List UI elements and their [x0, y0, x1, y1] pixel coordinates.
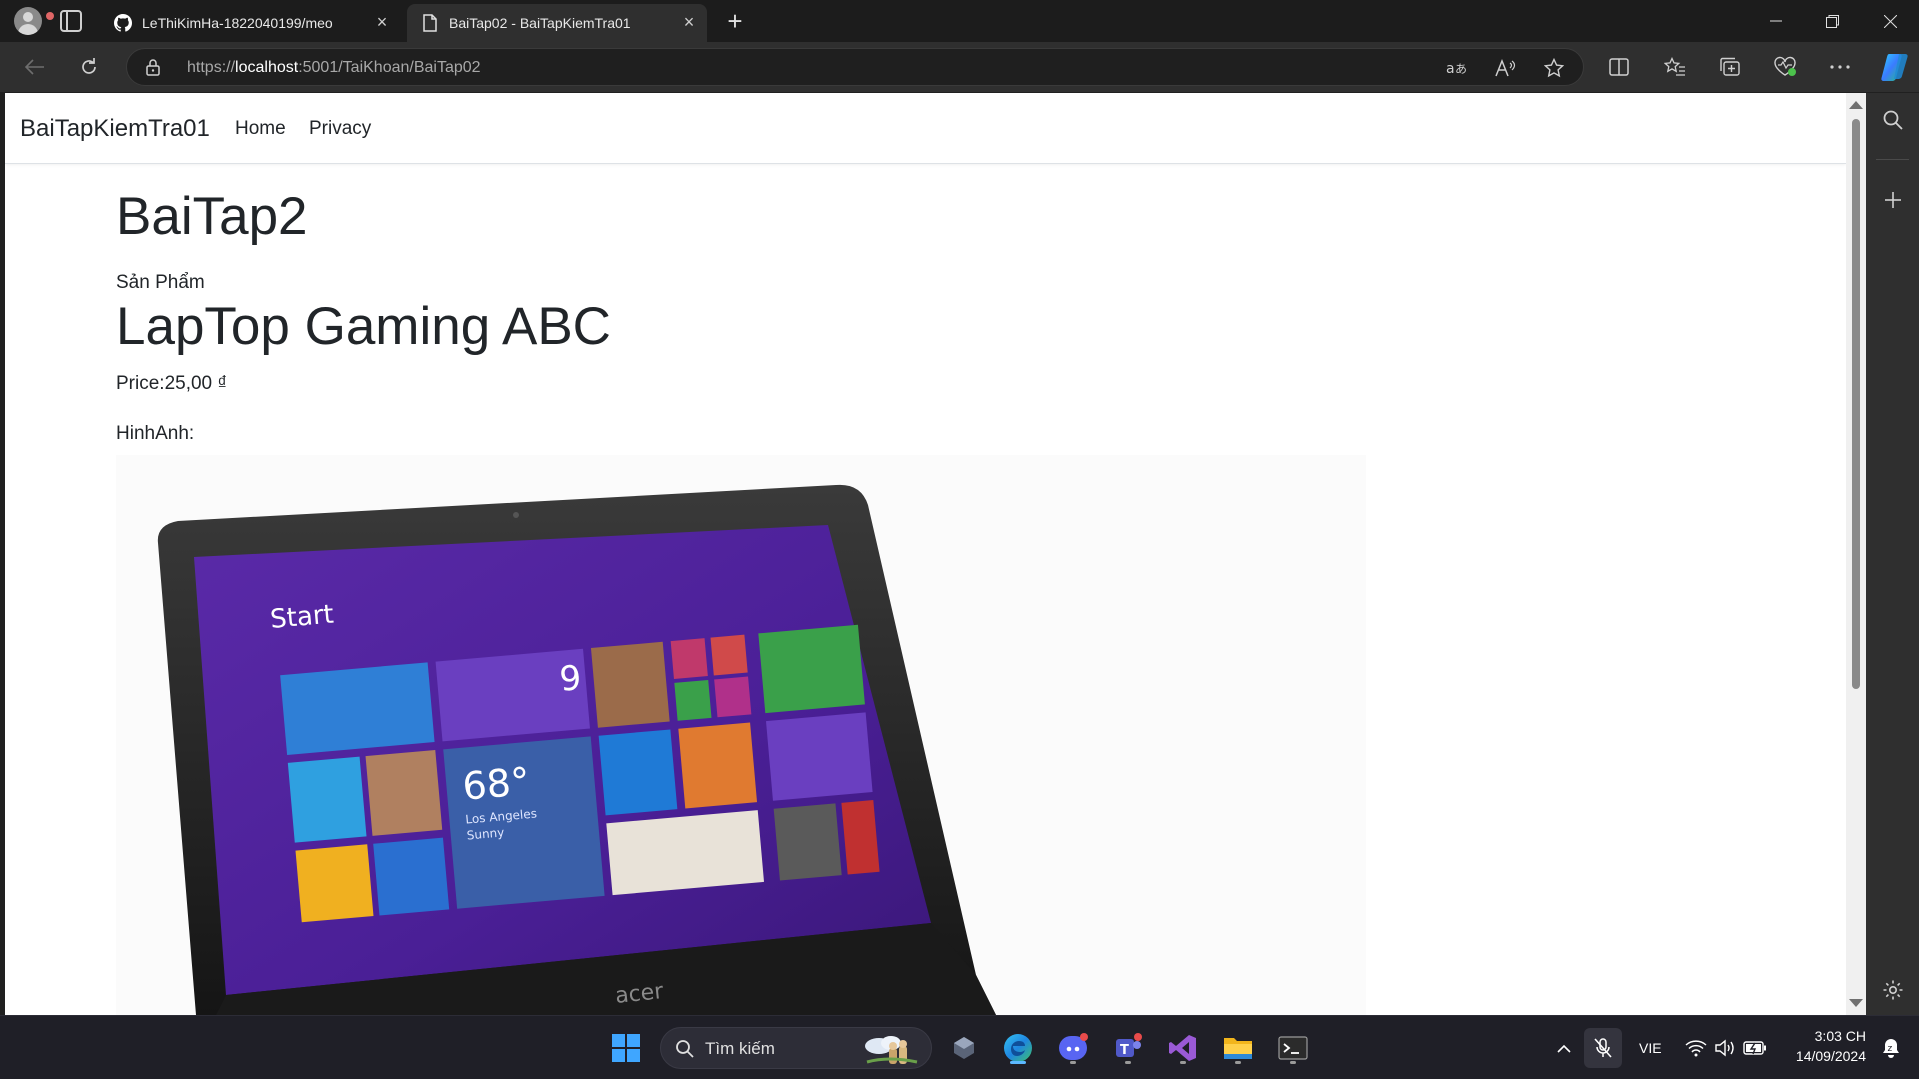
windows-taskbar: Tìm kiếm T VIE 3:03 CH 14/09/2024 z	[0, 1015, 1919, 1079]
battery-charging-icon[interactable]	[1741, 1028, 1769, 1068]
tab-title: BaiTap02 - BaiTapKiemTra01	[449, 15, 631, 31]
tab-github[interactable]: LeThiKimHa-1822040199/meo ×	[100, 4, 400, 42]
notifications-bell-icon[interactable]: z	[1876, 1028, 1906, 1068]
restore-button[interactable]	[1804, 0, 1860, 42]
browser-essentials-icon[interactable]	[1770, 52, 1800, 82]
taskbar-discord-icon[interactable]	[1053, 1028, 1093, 1068]
svg-text:a: a	[1446, 61, 1455, 77]
collections-icon[interactable]	[1715, 52, 1745, 82]
tab-title: LeThiKimHa-1822040199/meo	[142, 15, 333, 31]
windows-start-icon[interactable]	[606, 1028, 646, 1068]
site-navbar: BaiTapKiemTra01 Home Privacy	[5, 93, 1846, 164]
taskbar-terminal-icon[interactable]	[1273, 1028, 1313, 1068]
profile-avatar-icon[interactable]	[12, 6, 54, 36]
edge-sidebar	[1866, 93, 1919, 1015]
close-tab-icon[interactable]: ×	[681, 13, 697, 31]
address-bar[interactable]: https://localhost:5001/TaiKhoan/BaiTap02…	[126, 48, 1584, 86]
close-tab-icon[interactable]: ×	[374, 13, 390, 31]
site-brand-link[interactable]: BaiTapKiemTra01	[20, 115, 210, 143]
lock-icon[interactable]	[145, 58, 163, 76]
image-label: HinhAnh:	[116, 423, 195, 444]
more-options-icon[interactable]	[1825, 52, 1855, 82]
new-tab-button[interactable]: +	[720, 6, 750, 36]
read-aloud-icon[interactable]	[1495, 57, 1517, 79]
minimize-button[interactable]	[1748, 0, 1804, 42]
clock-time: 3:03 CH	[1814, 1028, 1866, 1044]
taskbar-visual-studio-icon[interactable]	[1163, 1028, 1203, 1068]
taskbar-edge-icon[interactable]	[998, 1028, 1038, 1068]
taskbar-teams-icon[interactable]: T	[1108, 1028, 1148, 1068]
price-value: 25,00 ₫	[164, 373, 228, 394]
url-text[interactable]: https://localhost:5001/TaiKhoan/BaiTap02	[187, 59, 481, 77]
section-label: Sản Phẩm	[116, 272, 205, 293]
tab-actions-icon[interactable]	[60, 10, 82, 32]
page-heading: BaiTap2	[116, 187, 308, 246]
favorite-star-icon[interactable]	[1543, 57, 1565, 79]
sidebar-divider	[1876, 159, 1909, 160]
svg-text:T: T	[1120, 1043, 1129, 1058]
wifi-icon[interactable]	[1683, 1028, 1709, 1068]
nav-home-link[interactable]: Home	[235, 118, 286, 140]
sidebar-settings-gear-icon[interactable]	[1880, 977, 1906, 1003]
refresh-button[interactable]	[74, 52, 104, 82]
taskbar-widgets-icon[interactable]	[944, 1028, 984, 1068]
favorites-icon[interactable]	[1660, 52, 1690, 82]
split-screen-icon[interactable]	[1604, 52, 1634, 82]
laptop-weather-temp: 68°	[461, 759, 532, 809]
clock[interactable]: 3:03 CH 14/09/2024	[1780, 1028, 1866, 1068]
sidebar-add-icon[interactable]	[1880, 187, 1906, 213]
scroll-up-arrow-icon[interactable]	[1849, 101, 1863, 109]
tab-baitap02[interactable]: BaiTap02 - BaiTapKiemTra01 ×	[407, 4, 707, 42]
browser-title-bar: LeThiKimHa-1822040199/meo × BaiTap02 - B…	[0, 0, 1919, 42]
input-language-indicator[interactable]: VIE	[1639, 1040, 1662, 1056]
clock-date: 14/09/2024	[1795, 1048, 1866, 1064]
browser-toolbar: https://localhost:5001/TaiKhoan/BaiTap02…	[0, 42, 1919, 92]
taskbar-search-placeholder: Tìm kiếm	[705, 1039, 775, 1058]
scroll-down-arrow-icon[interactable]	[1849, 999, 1863, 1007]
close-window-button[interactable]	[1862, 0, 1918, 42]
product-name: LapTop Gaming ABC	[116, 297, 611, 356]
sidebar-search-icon[interactable]	[1880, 107, 1906, 133]
search-icon	[675, 1039, 695, 1059]
product-image: Start 9 68° Los Angeles Sunny acer	[116, 455, 1366, 1015]
taskbar-search-box[interactable]: Tìm kiếm	[660, 1027, 932, 1069]
translate-icon[interactable]: aあ	[1446, 57, 1468, 79]
volume-icon[interactable]	[1712, 1028, 1738, 1068]
page-viewport: BaiTapKiemTra01 Home Privacy BaiTap2 Sản…	[5, 93, 1846, 1015]
search-highlight-illustration-icon	[859, 1032, 921, 1066]
microphone-muted-icon[interactable]	[1584, 1028, 1622, 1068]
taskbar-file-explorer-icon[interactable]	[1218, 1028, 1258, 1068]
github-icon	[114, 14, 132, 32]
page-scrollbar[interactable]	[1846, 93, 1866, 1015]
back-button[interactable]	[20, 52, 50, 82]
svg-text:あ: あ	[1455, 62, 1467, 76]
price-label: Price:	[116, 373, 165, 394]
laptop-start-label: Start	[269, 600, 335, 635]
laptop-calendar-day: 9	[558, 658, 583, 700]
nav-privacy-link[interactable]: Privacy	[309, 118, 371, 140]
copilot-icon[interactable]	[1876, 48, 1914, 86]
show-hidden-icons-chevron-up-icon[interactable]	[1552, 1028, 1576, 1068]
price-text: Price:25,00 ₫	[116, 373, 227, 395]
laptop-brand-mark: acer	[614, 979, 665, 1009]
scrollbar-thumb[interactable]	[1852, 119, 1860, 689]
page-icon	[421, 14, 439, 32]
svg-text:z: z	[1888, 1044, 1893, 1054]
